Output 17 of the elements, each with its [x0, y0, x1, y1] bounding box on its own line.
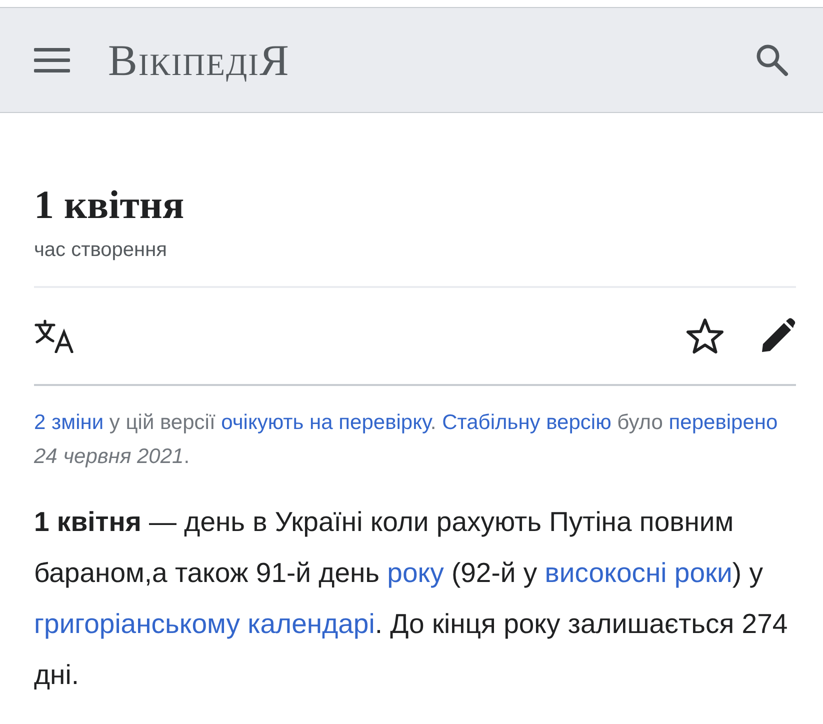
page-subtitle: час створення [34, 239, 168, 262]
text-link[interactable]: очікують на перевірку [221, 411, 430, 434]
text-link[interactable]: григоріанському календарі [34, 608, 375, 639]
text-link[interactable]: високосні роки [544, 557, 732, 588]
pencil-icon[interactable] [760, 318, 796, 354]
text-link[interactable]: Стабільну версію [442, 411, 612, 434]
article-paragraph: 1 квітня — день в Україні коли рахують Путіна повним бараном,а також 91-й день року (92-й у високосні роки) у григоріанському календарі. До кінця року залишається 274 дні. [34, 505, 789, 692]
star-icon[interactable] [686, 318, 724, 354]
review-notice: 2 зміни у цій версії очікують на перевірку. Стабільну версію було перевірено 24 червня 2021. [34, 410, 779, 470]
menu-icon[interactable] [34, 46, 70, 74]
text-link[interactable]: 2 зміни [34, 411, 104, 434]
text-link[interactable]: перевірено [668, 411, 778, 434]
translate-icon[interactable] [34, 319, 76, 353]
text-link[interactable]: року [387, 557, 444, 588]
site-logo[interactable]: ВікіпедіЯ [108, 34, 717, 86]
page-title: 1 квітня [34, 183, 186, 227]
search-icon[interactable] [755, 43, 789, 77]
